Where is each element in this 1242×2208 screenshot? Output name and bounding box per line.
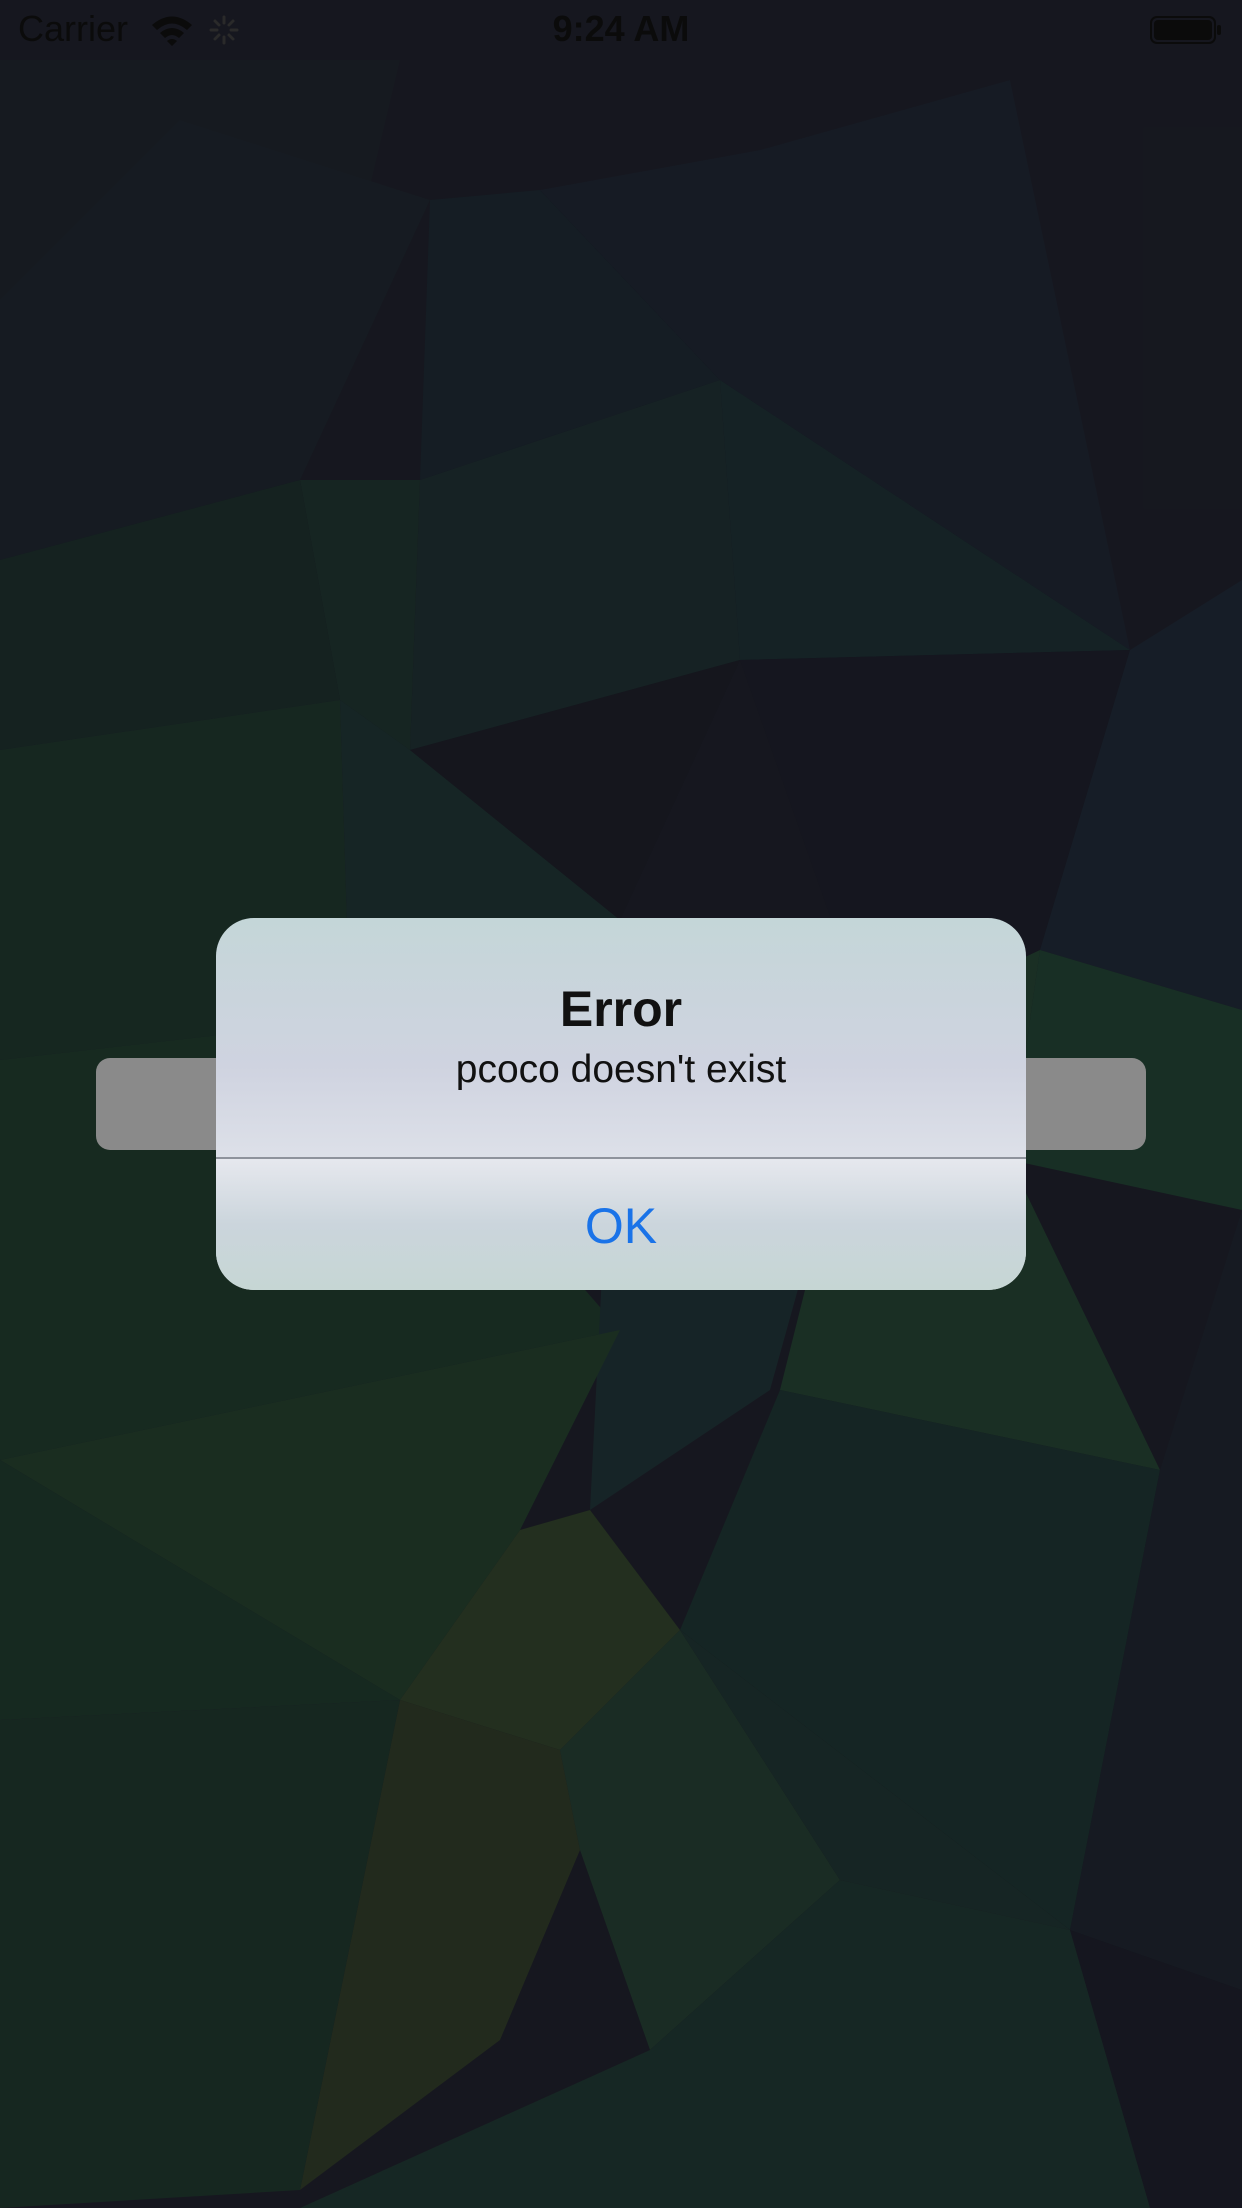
battery-icon (1150, 16, 1221, 44)
ok-button-label: OK (584, 1198, 658, 1254)
error-alert-dialog: Error pcoco doesn't exist OK (216, 918, 1026, 1290)
app-screen: Carrier 9:24 AM Error pcoco doesn't exis… (0, 0, 1242, 2208)
status-bar: Carrier 9:24 AM (0, 0, 1242, 60)
alert-title: Error (559, 981, 683, 1037)
ok-button[interactable]: OK (216, 1159, 1026, 1290)
status-time: 9:24 AM (552, 8, 690, 49)
alert-message: pcoco doesn't exist (455, 1048, 787, 1091)
alert-content: Error pcoco doesn't exist (216, 918, 1026, 1157)
